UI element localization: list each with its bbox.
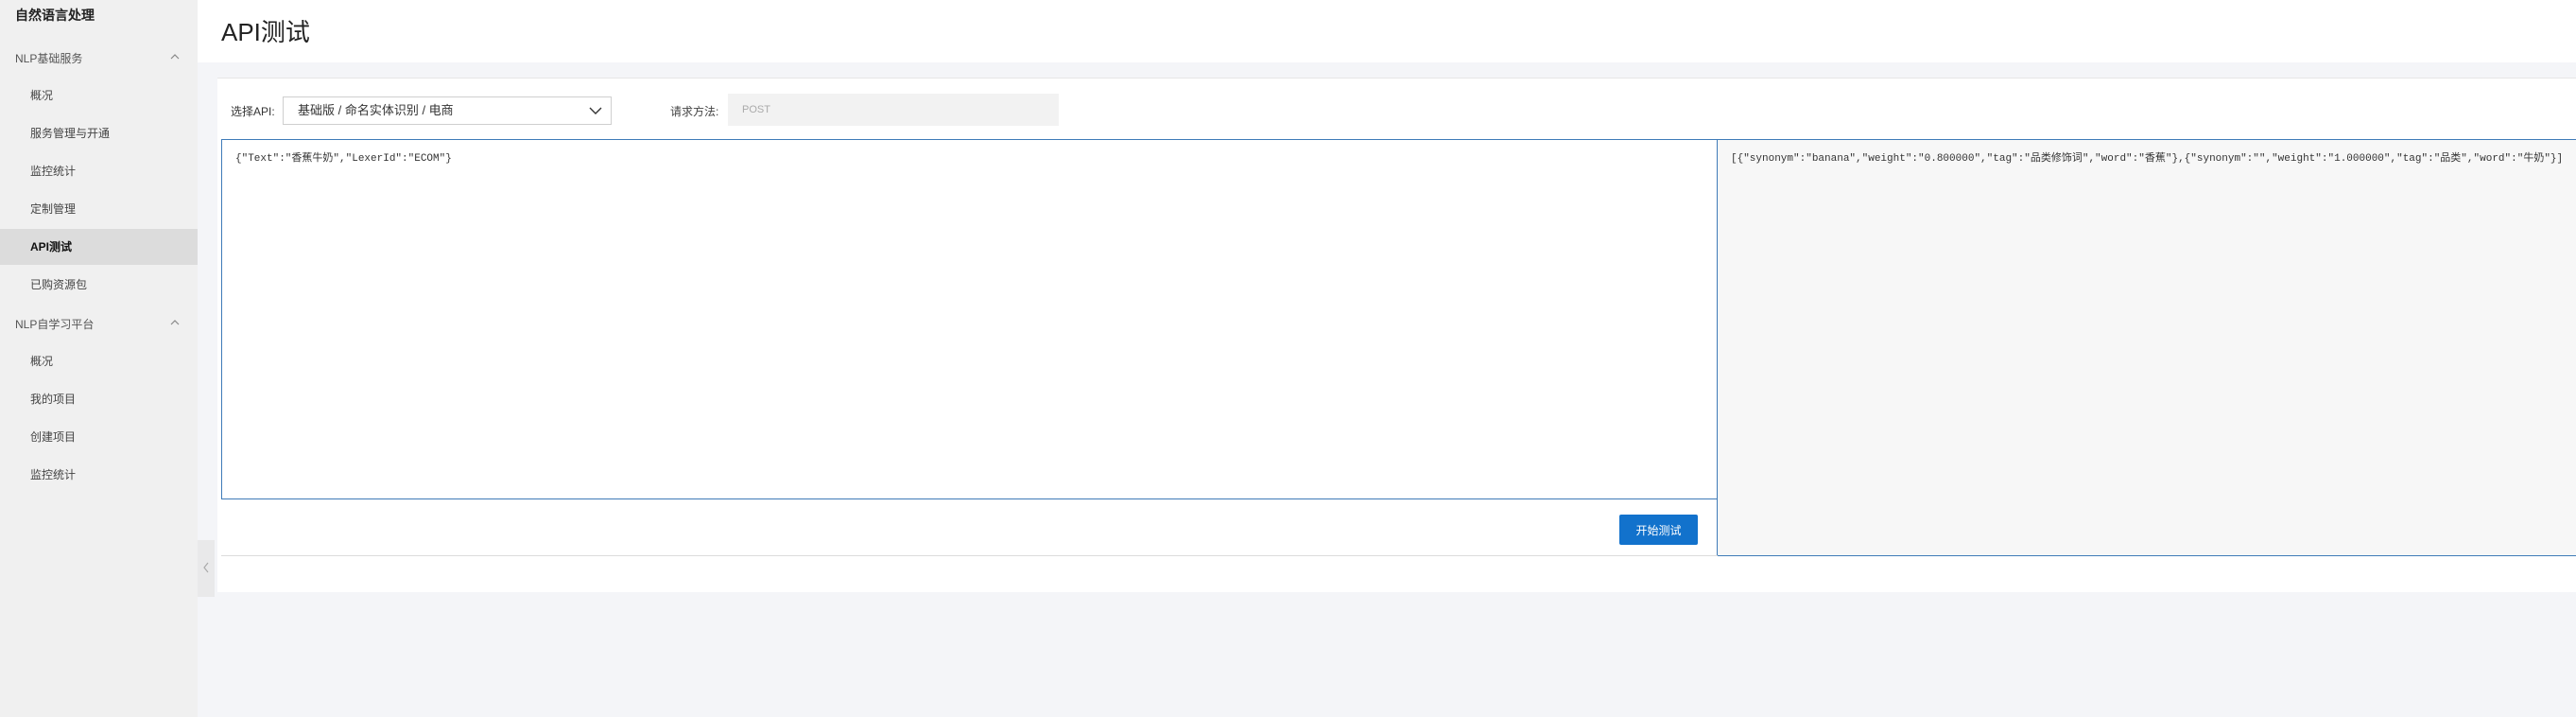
divider: [221, 555, 1718, 556]
sidebar-group-nlp-basic[interactable]: NLP基础服务: [15, 50, 82, 66]
chevron-left-icon: [203, 562, 209, 573]
sidebar-item-purchased-packages[interactable]: 已购资源包: [0, 267, 198, 303]
sidebar-item-custom-management[interactable]: 定制管理: [0, 191, 198, 227]
response-output: [{"synonym":"banana","weight":"0.800000"…: [1717, 139, 2576, 556]
api-select-value: 基础版 / 命名实体识别 / 电商: [298, 103, 454, 117]
sidebar-item-overview-2[interactable]: 概况: [0, 343, 198, 379]
sidebar-item-my-projects[interactable]: 我的项目: [0, 381, 198, 417]
chevron-up-icon[interactable]: [170, 318, 180, 327]
start-test-button[interactable]: 开始测试: [1619, 515, 1698, 545]
chevron-up-icon[interactable]: [170, 52, 180, 61]
api-test-panel: 选择API: 基础版 / 命名实体识别 / 电商 请求方法: POST {"Te…: [217, 78, 2576, 592]
page-header: API测试: [198, 0, 2576, 62]
sidebar-item-api-test[interactable]: API测试: [0, 229, 198, 265]
api-select[interactable]: 基础版 / 命名实体识别 / 电商: [283, 96, 612, 125]
sidebar-title: 自然语言处理: [15, 8, 95, 23]
sidebar-item-service-management[interactable]: 服务管理与开通: [0, 115, 198, 151]
api-select-label: 选择API:: [231, 105, 275, 118]
sidebar-item-monitoring[interactable]: 监控统计: [0, 153, 198, 189]
method-label: 请求方法:: [670, 105, 719, 118]
sidebar-item-create-project[interactable]: 创建项目: [0, 419, 198, 455]
request-body-editor[interactable]: {"Text":"香蕉牛奶","LexerId":"ECOM"}: [221, 139, 1718, 499]
sidebar: 自然语言处理 NLP基础服务 概况 服务管理与开通 监控统计 定制管理 API测…: [0, 0, 198, 717]
sidebar-group-nlp-self-learning[interactable]: NLP自学习平台: [15, 316, 94, 332]
method-field: POST: [728, 94, 1059, 126]
sidebar-item-overview[interactable]: 概况: [0, 78, 198, 114]
page-title: API测试: [221, 18, 310, 46]
sidebar-collapse-handle[interactable]: [198, 540, 215, 597]
chevron-down-icon: [589, 107, 602, 114]
sidebar-item-monitoring-2[interactable]: 监控统计: [0, 457, 198, 493]
